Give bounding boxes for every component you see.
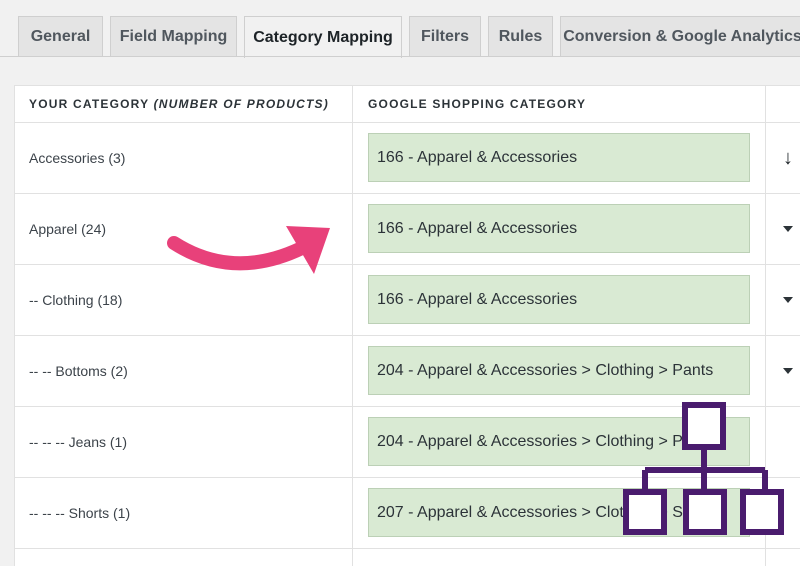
google-category-field[interactable]: 204 - Apparel & Accessories > Clothing >… (368, 417, 750, 466)
column-header-your-category-label: YOUR CATEGORY (29, 97, 150, 111)
settings-tabs: General Field Mapping Category Mapping F… (0, 0, 800, 58)
category-name: -- -- Bottoms (2) (29, 363, 128, 379)
table-row: -- -- -- Shorts (1) 207 - Apparel & Acce… (15, 478, 800, 549)
apply-to-subcategories-button[interactable]: ↓ (775, 145, 800, 171)
table-row: Accessories (3) 166 - Apparel & Accessor… (15, 123, 800, 194)
column-header-your-category-note: (NUMBER OF PRODUCTS) (153, 97, 329, 111)
category-name: -- -- -- Jeans (1) (29, 434, 127, 450)
category-name: Apparel (24) (29, 221, 107, 237)
caret-down-icon (783, 368, 793, 374)
table-row: -- -- Bottoms (2) 204 - Apparel & Access… (15, 336, 800, 407)
tab-filters[interactable]: Filters (409, 16, 481, 56)
column-header-your-category: YOUR CATEGORY (NUMBER OF PRODUCTS) (29, 97, 329, 111)
tab-general[interactable]: General (18, 16, 103, 56)
arrow-down-icon: ↓ (783, 147, 793, 169)
tab-category-mapping[interactable]: Category Mapping (244, 16, 402, 58)
expand-toggle[interactable] (775, 358, 800, 384)
tabs-divider (0, 56, 800, 57)
table-row: Apparel (24) 166 - Apparel & Accessories (15, 194, 800, 265)
table-header: YOUR CATEGORY (NUMBER OF PRODUCTS) GOOGL… (15, 86, 800, 123)
google-category-field[interactable]: 166 - Apparel & Accessories (368, 275, 750, 324)
category-name: -- -- -- Shorts (1) (29, 505, 131, 521)
column-header-google-category: GOOGLE SHOPPING CATEGORY (368, 97, 587, 111)
category-mapping-table: YOUR CATEGORY (NUMBER OF PRODUCTS) GOOGL… (14, 85, 800, 566)
tab-field-mapping[interactable]: Field Mapping (110, 16, 237, 56)
category-name: -- Clothing (18) (29, 292, 123, 308)
caret-down-icon (783, 297, 793, 303)
google-category-field[interactable]: 166 - Apparel & Accessories (368, 133, 750, 182)
expand-toggle[interactable] (775, 216, 800, 242)
google-category-field[interactable]: 204 - Apparel & Accessories > Clothing >… (368, 346, 750, 395)
expand-toggle[interactable] (775, 287, 800, 313)
google-category-field[interactable]: 166 - Apparel & Accessories (368, 204, 750, 253)
caret-down-icon (783, 226, 793, 232)
tab-rules[interactable]: Rules (488, 16, 553, 56)
category-name: Accessories (3) (29, 150, 126, 166)
table-row: -- -- -- Jeans (1) 204 - Apparel & Acces… (15, 407, 800, 478)
google-category-field[interactable]: 207 - Apparel & Accessories > Clothing >… (368, 488, 750, 537)
table-row: -- Clothing (18) 166 - Apparel & Accesso… (15, 265, 800, 336)
tab-conversion-analytics[interactable]: Conversion & Google Analytics (560, 16, 800, 56)
